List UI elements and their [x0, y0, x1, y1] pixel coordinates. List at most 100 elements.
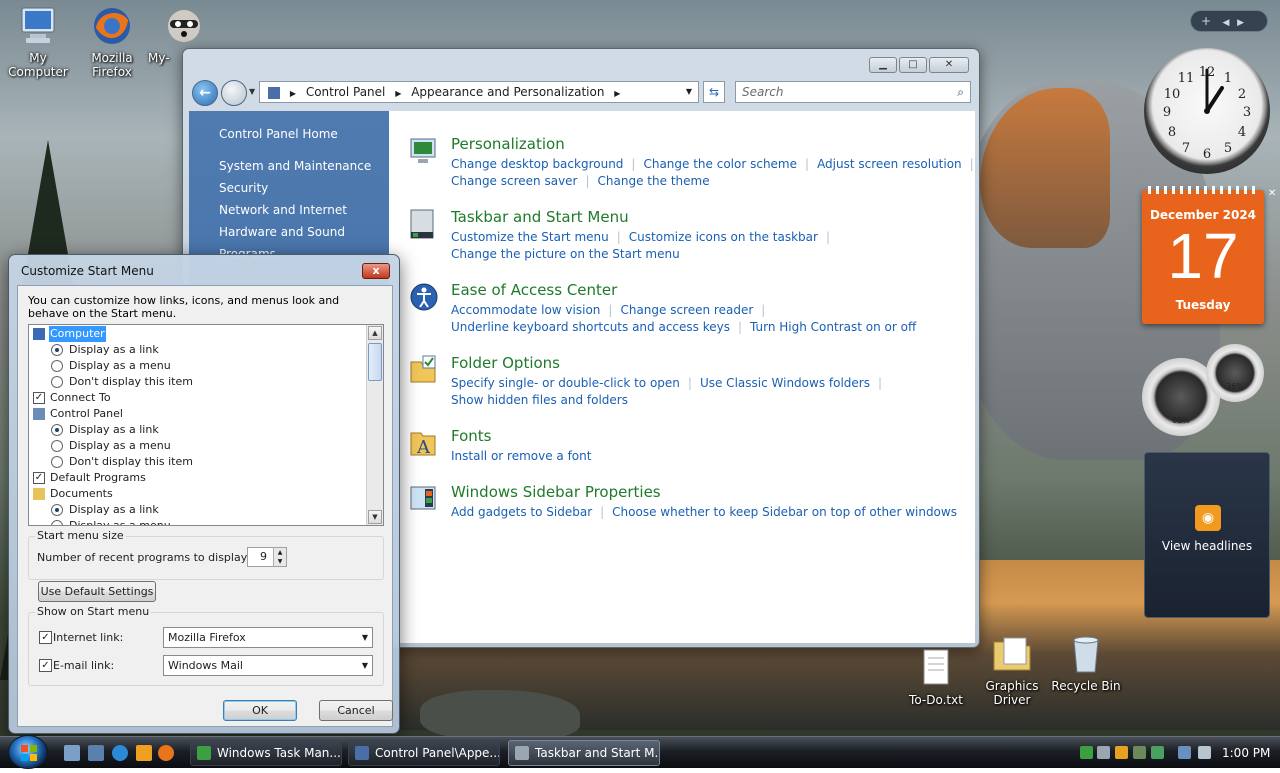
search-icon[interactable]: ⌕ [957, 82, 964, 102]
switch-windows-icon[interactable] [88, 745, 104, 761]
category-title[interactable]: Fonts [451, 427, 491, 445]
link-high-contrast[interactable]: Turn High Contrast on or off [750, 320, 916, 334]
address-dropdown-icon[interactable]: ▼ [686, 82, 692, 102]
recent-pages-dropdown-icon[interactable]: ▼ [249, 87, 255, 96]
checkbox[interactable]: ✓ [33, 392, 45, 404]
link-single-double-click[interactable]: Specify single- or double-click to open [451, 376, 680, 390]
link-install-remove-font[interactable]: Install or remove a font [451, 449, 591, 463]
tree-item-computer[interactable]: Computer [29, 326, 367, 342]
link-change-color-scheme[interactable]: Change the color scheme [643, 157, 797, 171]
media-player-icon[interactable] [136, 745, 152, 761]
network-icon[interactable] [1178, 746, 1191, 759]
link-customize-taskbar-icons[interactable]: Customize icons on the taskbar [629, 230, 818, 244]
category-title[interactable]: Windows Sidebar Properties [451, 483, 661, 501]
tray-update-icon[interactable] [1151, 746, 1164, 759]
sidebar-item-home[interactable]: Control Panel Home [189, 123, 389, 145]
category-title[interactable]: Folder Options [451, 354, 560, 372]
radio-button[interactable] [51, 440, 63, 452]
email-link-checkbox[interactable]: ✓ [39, 659, 52, 672]
link-accommodate-low-vision[interactable]: Accommodate low vision [451, 303, 600, 317]
dialog-close-button[interactable]: x [362, 263, 390, 279]
sidebar-item-system[interactable]: System and Maintenance [189, 155, 389, 177]
taskbar-button-task-manager[interactable]: Windows Task Man... [190, 740, 342, 766]
link-underline-shortcuts[interactable]: Underline keyboard shortcuts and access … [451, 320, 730, 334]
stepper-down-icon[interactable]: ▼ [273, 557, 286, 566]
sidebar-item-security[interactable]: Security [189, 177, 389, 199]
feed-headlines-gadget[interactable]: ◉ View headlines [1144, 452, 1270, 618]
firefox-icon[interactable] [158, 745, 174, 761]
volume-muted-icon[interactable] [1198, 746, 1211, 759]
email-link-select[interactable]: Windows Mail ▼ [163, 655, 373, 676]
next-icon[interactable]: ▶ [1237, 18, 1244, 28]
show-desktop-icon[interactable] [64, 745, 80, 761]
refresh-button[interactable]: ⇆ [703, 81, 725, 103]
maximize-button[interactable]: □ [899, 57, 927, 73]
clock-gadget[interactable]: 1212 345 678 91011 [1144, 48, 1270, 174]
radio-button[interactable] [51, 456, 63, 468]
desktop-icon-graphics-driver[interactable]: Graphics Driver [974, 632, 1050, 707]
radio-button[interactable] [51, 424, 63, 436]
gadget-close-icon[interactable]: ✕ [1268, 188, 1276, 199]
address-bar[interactable]: ▶ Control Panel ▶ Appearance and Persona… [259, 81, 699, 103]
internet-link-checkbox[interactable]: ✓ [39, 631, 52, 644]
sidebar-item-network[interactable]: Network and Internet [189, 199, 389, 221]
internet-explorer-icon[interactable] [112, 745, 128, 761]
desktop-icon-firefox[interactable]: Mozilla Firefox [74, 4, 150, 79]
use-default-settings-button[interactable]: Use Default Settings [38, 581, 156, 602]
radio-button[interactable] [51, 344, 63, 356]
recent-programs-stepper[interactable]: 9 ▲ ▼ [247, 547, 287, 567]
close-button[interactable]: ✕ [929, 57, 969, 73]
radio-button[interactable] [51, 504, 63, 516]
add-gadget-icon[interactable]: + [1201, 14, 1211, 28]
sidebar-item-hardware[interactable]: Hardware and Sound [189, 221, 389, 243]
start-menu-options-tree[interactable]: Computer Display as a link Display as a … [28, 324, 384, 526]
tray-security-icon[interactable] [1115, 746, 1128, 759]
internet-link-select[interactable]: Mozilla Firefox ▼ [163, 627, 373, 648]
start-button[interactable] [8, 735, 48, 769]
breadcrumb-appearance[interactable]: Appearance and Personalization [411, 85, 604, 99]
search-input[interactable]: Search ⌕ [735, 81, 971, 103]
taskbar-button-control-panel[interactable]: Control Panel\Appe... [348, 740, 500, 766]
link-change-screen-reader[interactable]: Change screen reader [620, 303, 753, 317]
desktop-icon-my-computer[interactable]: My Computer [0, 4, 76, 79]
cancel-button[interactable]: Cancel [319, 700, 393, 721]
tray-defender-icon[interactable] [1133, 746, 1146, 759]
stepper-up-icon[interactable]: ▲ [273, 548, 286, 557]
forward-button[interactable] [221, 80, 247, 106]
taskbar-clock[interactable]: 1:00 PM [1222, 737, 1270, 769]
category-title[interactable]: Ease of Access Center [451, 281, 617, 299]
radio-button[interactable] [51, 376, 63, 388]
minimize-button[interactable]: ▁ [869, 57, 897, 73]
link-change-theme[interactable]: Change the theme [598, 174, 710, 188]
category-title[interactable]: Personalization [451, 135, 565, 153]
ok-button[interactable]: OK [223, 700, 297, 721]
radio-button[interactable] [51, 360, 63, 372]
desktop-icon-todo[interactable]: To-Do.txt [898, 646, 974, 707]
tray-safely-remove-icon[interactable] [1097, 746, 1110, 759]
checkbox[interactable]: ✓ [33, 472, 45, 484]
link-add-gadgets[interactable]: Add gadgets to Sidebar [451, 505, 592, 519]
previous-icon[interactable]: ◀ [1223, 18, 1230, 28]
breadcrumb-control-panel[interactable]: Control Panel [306, 85, 386, 99]
link-show-hidden-files[interactable]: Show hidden files and folders [451, 393, 628, 407]
link-change-desktop-background[interactable]: Change desktop background [451, 157, 623, 171]
back-button[interactable]: ← [192, 80, 218, 106]
calendar-gadget[interactable]: December 2024 17 Tuesday [1142, 186, 1264, 324]
radio-button[interactable] [51, 520, 63, 525]
scroll-down-icon[interactable]: ▼ [368, 510, 382, 524]
link-adjust-screen-resolution[interactable]: Adjust screen resolution [817, 157, 962, 171]
memory-meter-gadget[interactable]: 36% [1206, 344, 1264, 402]
sidebar-controls[interactable]: + ◀ ▶ [1190, 10, 1268, 32]
tray-sidebar-icon[interactable] [1080, 746, 1093, 759]
link-classic-windows-folders[interactable]: Use Classic Windows folders [700, 376, 870, 390]
link-sidebar-on-top[interactable]: Choose whether to keep Sidebar on top of… [612, 505, 957, 519]
scroll-up-icon[interactable]: ▲ [368, 326, 382, 340]
link-customize-start-menu[interactable]: Customize the Start menu [451, 230, 609, 244]
desktop-icon-recycle-bin[interactable]: Recycle Bin [1048, 632, 1124, 693]
scroll-thumb[interactable] [368, 343, 382, 381]
link-change-start-menu-picture[interactable]: Change the picture on the Start menu [451, 247, 680, 261]
link-change-screen-saver[interactable]: Change screen saver [451, 174, 578, 188]
tree-scrollbar[interactable]: ▲ ▼ [366, 325, 383, 525]
category-title[interactable]: Taskbar and Start Menu [451, 208, 629, 226]
taskbar-button-taskbar-properties[interactable]: Taskbar and Start M... [508, 740, 660, 766]
